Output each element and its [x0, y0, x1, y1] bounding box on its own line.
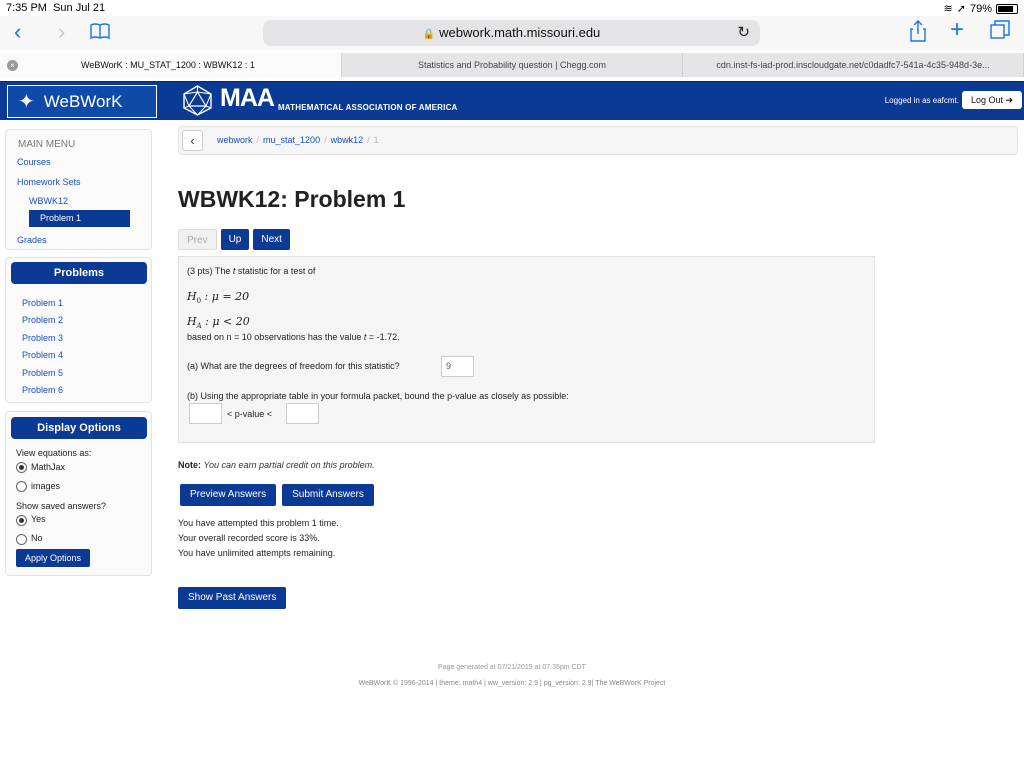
webwork-logo[interactable]: ✦ WeBWorK — [7, 85, 157, 118]
submit-answers-button[interactable]: Submit Answers — [282, 484, 374, 506]
tab-title: WeBWorK : MU_STAT_1200 : WBWK12 : 1 — [81, 60, 255, 70]
tabs-overview-icon[interactable] — [990, 20, 1010, 46]
breadcrumb-set[interactable]: wbwk12 — [331, 135, 364, 145]
grades-link[interactable]: Grades — [17, 235, 47, 245]
breadcrumb-webwork[interactable]: webwork — [217, 135, 253, 145]
problem-body: (3 pts) The t statistic for a test of H0… — [178, 256, 875, 443]
part-b-lower-input[interactable] — [189, 403, 222, 424]
battery-icon — [996, 3, 1018, 14]
show-saved-label: Show saved answers? — [16, 501, 107, 511]
breadcrumb-current: 1 — [373, 135, 379, 145]
forward-icon[interactable]: › — [58, 21, 65, 43]
problem-link[interactable]: Problem 4 — [22, 350, 63, 360]
page-title: WBWK12: Problem 1 — [178, 186, 406, 212]
attempts-remaining: You have unlimited attempts remaining. — [178, 548, 336, 558]
current-problem-link[interactable]: Problem 1 — [29, 210, 130, 227]
webwork-star-icon: ✦ — [18, 91, 35, 113]
no-label: No — [31, 533, 43, 543]
problem-link[interactable]: Problem 3 — [22, 333, 63, 343]
maa-full-name: MATHEMATICAL ASSOCIATION OF AMERICA — [277, 103, 458, 112]
share-icon[interactable] — [910, 20, 926, 48]
maa-logo[interactable]: MAA MATHEMATICAL ASSOCIATION OF AMERICA — [181, 84, 458, 117]
mathjax-label: MathJax — [31, 462, 66, 472]
breadcrumb-course[interactable]: mu_stat_1200 — [263, 135, 320, 145]
part-a-question: (a) What are the degrees of freedom for … — [187, 361, 400, 371]
problem-link[interactable]: Problem 1 — [22, 298, 63, 308]
location-icon: ➚ — [956, 3, 966, 15]
display-options-heading: Display Options — [11, 417, 147, 439]
yes-label: Yes — [31, 514, 46, 524]
problem-link[interactable]: Problem 6 — [22, 385, 63, 395]
breadcrumb: ‹ webwork / mu_stat_1200/wbwk12/1 — [178, 126, 1018, 155]
part-a-answer-input[interactable]: 9 — [441, 356, 474, 377]
recorded-score: Your overall recorded score is 33%. — [178, 533, 320, 543]
browser-toolbar: ‹ › 🔒 webwork.math.missouri.edu ↻ + — [0, 16, 1024, 50]
images-label: images — [31, 481, 61, 491]
next-button[interactable]: Next — [253, 229, 290, 250]
problem-link[interactable]: Problem 5 — [22, 368, 63, 378]
alt-hypothesis: HA : μ < 20 — [187, 315, 250, 331]
up-button[interactable]: Up — [220, 229, 250, 250]
back-icon[interactable]: ‹ — [14, 21, 21, 43]
p-value-label: < p-value < — [227, 409, 273, 419]
reload-icon[interactable]: ↻ — [737, 20, 750, 46]
footer-credits: WeBWorK © 1996-2014 | theme: math4 | ww_… — [358, 680, 666, 687]
no-radio[interactable] — [16, 534, 27, 545]
new-tab-icon[interactable]: + — [950, 16, 964, 44]
yes-radio[interactable] — [16, 515, 27, 526]
site-header: ✦ WeBWorK MAA MATHEMATICAL ASSOCIATION O… — [0, 81, 1024, 120]
webwork-logo-text: WeBWorK — [43, 91, 123, 111]
problem-nav: Prev Up Next — [178, 229, 290, 250]
partial-credit-note: Note: You can earn partial credit on thi… — [178, 460, 375, 470]
answer-buttons: Preview Answers Submit Answers — [180, 484, 374, 506]
lock-icon: 🔒 — [422, 29, 436, 40]
main-menu-title: MAIN MENU — [18, 139, 76, 150]
null-hypothesis: H0 : μ = 20 — [187, 290, 250, 306]
breadcrumb-back-icon[interactable]: ‹ — [182, 130, 203, 151]
tab-title: cdn.inst-fs-iad-prod.inscloudgate.net/c0… — [716, 60, 990, 70]
problem-intro: (3 pts) The t statistic for a test of — [187, 266, 316, 276]
footer-generated: Page generated at 07/21/2019 at 07:35pm … — [438, 664, 586, 671]
part-b-question: (b) Using the appropriate table in your … — [187, 391, 569, 401]
tab-chegg[interactable]: Statistics and Probability question | Ch… — [342, 53, 683, 77]
battery-percent: 79% — [969, 2, 992, 15]
tab-title: Statistics and Probability question | Ch… — [418, 60, 606, 70]
mathjax-radio[interactable] — [16, 462, 27, 473]
status-time: 7:35 PM Sun Jul 21 — [6, 2, 106, 14]
attempt-count: You have attempted this problem 1 time. — [178, 518, 339, 528]
status-bar: 7:35 PM Sun Jul 21 ≋ ➚ 79% — [0, 0, 1024, 16]
address-url: webwork.math.missouri.edu — [439, 25, 601, 40]
status-right: ≋ ➚ 79% — [944, 2, 1018, 15]
tab-cdn[interactable]: cdn.inst-fs-iad-prod.inscloudgate.net/c0… — [683, 53, 1024, 77]
bookmarks-icon[interactable] — [90, 23, 110, 45]
address-bar[interactable]: 🔒 webwork.math.missouri.edu ↻ — [263, 20, 760, 46]
apply-options-button[interactable]: Apply Options — [16, 549, 90, 567]
preview-answers-button[interactable]: Preview Answers — [180, 484, 277, 506]
set-link[interactable]: WBWK12 — [29, 196, 68, 206]
maa-icosahedron-icon — [183, 85, 212, 116]
display-options-panel: Display Options View equations as: MathJ… — [5, 411, 152, 576]
view-equations-label: View equations as: — [16, 448, 92, 458]
logged-in-text: Logged in as eafcmt. — [884, 96, 959, 105]
courses-link[interactable]: Courses — [17, 157, 51, 167]
browser-tabs: × WeBWorK : MU_STAT_1200 : WBWK12 : 1 St… — [0, 53, 1024, 77]
part-b-upper-input[interactable] — [286, 403, 319, 424]
images-radio[interactable] — [16, 481, 27, 492]
close-tab-icon[interactable]: × — [7, 60, 18, 71]
homework-sets-link[interactable]: Homework Sets — [17, 177, 81, 187]
problems-panel: Problems Problem 1 Problem 2 Problem 3 P… — [5, 257, 152, 403]
problems-heading: Problems — [11, 262, 147, 284]
main-menu: MAIN MENU Courses Homework Sets WBWK12 P… — [5, 129, 152, 250]
logout-icon: ➜ — [1005, 95, 1014, 105]
problem-link[interactable]: Problem 2 — [22, 315, 63, 325]
problem-data: based on n = 10 observations has the val… — [187, 332, 400, 342]
wifi-icon: ≋ — [943, 3, 953, 15]
logout-button[interactable]: Log Out ➜ — [962, 91, 1022, 109]
prev-button[interactable]: Prev — [178, 229, 217, 250]
tab-webwork[interactable]: × WeBWorK : MU_STAT_1200 : WBWK12 : 1 — [0, 53, 342, 77]
breadcrumb-items: webwork / mu_stat_1200/wbwk12/1 — [217, 135, 379, 145]
show-past-answers-button[interactable]: Show Past Answers — [178, 587, 287, 609]
maa-abbr: MAA — [220, 84, 275, 112]
